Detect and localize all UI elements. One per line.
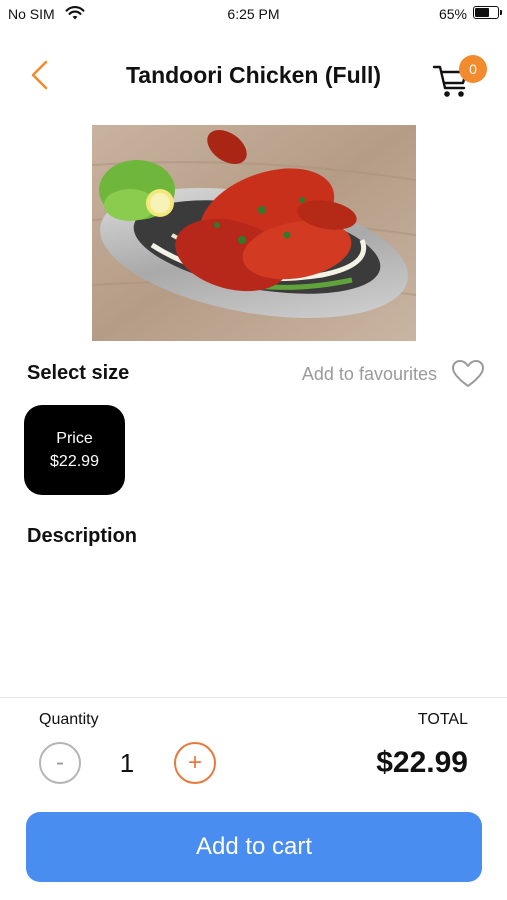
product-image bbox=[92, 125, 416, 341]
battery-percent: 65% bbox=[438, 6, 467, 22]
quantity-value: 1 bbox=[119, 748, 135, 778]
chevron-left-icon bbox=[31, 60, 48, 90]
select-size-heading: Select size bbox=[27, 362, 130, 384]
cart-count-badge: 0 bbox=[459, 55, 487, 83]
status-time: 6:25 PM bbox=[227, 6, 280, 22]
page-title: Tandoori Chicken (Full) bbox=[125, 62, 382, 88]
total-value: $22.99 bbox=[376, 746, 468, 779]
description-heading: Description bbox=[27, 525, 138, 547]
battery-fill bbox=[475, 8, 489, 17]
decrease-quantity-button[interactable]: - bbox=[39, 742, 81, 784]
footer-divider bbox=[0, 697, 507, 698]
total-label: TOTAL bbox=[417, 711, 468, 728]
size-option-price[interactable]: Price $22.99 bbox=[24, 405, 125, 495]
heart-icon bbox=[452, 360, 484, 387]
back-button[interactable] bbox=[22, 57, 58, 93]
size-option-name: Price bbox=[56, 430, 93, 447]
cart-button[interactable]: 0 bbox=[430, 53, 490, 101]
status-bar: No SIM 6:25 PM 65% bbox=[0, 0, 507, 28]
add-to-favourites-button[interactable]: Add to favourites bbox=[302, 357, 485, 391]
quantity-label: Quantity bbox=[39, 711, 99, 728]
battery-icon bbox=[473, 6, 502, 19]
increase-quantity-button[interactable]: + bbox=[174, 742, 216, 784]
favourites-label: Add to favourites bbox=[301, 363, 437, 384]
add-to-cart-button[interactable]: Add to cart bbox=[26, 812, 482, 882]
navigation-bar: Tandoori Chicken (Full) 0 bbox=[0, 45, 507, 105]
size-option-price-value: $22.99 bbox=[50, 453, 99, 470]
